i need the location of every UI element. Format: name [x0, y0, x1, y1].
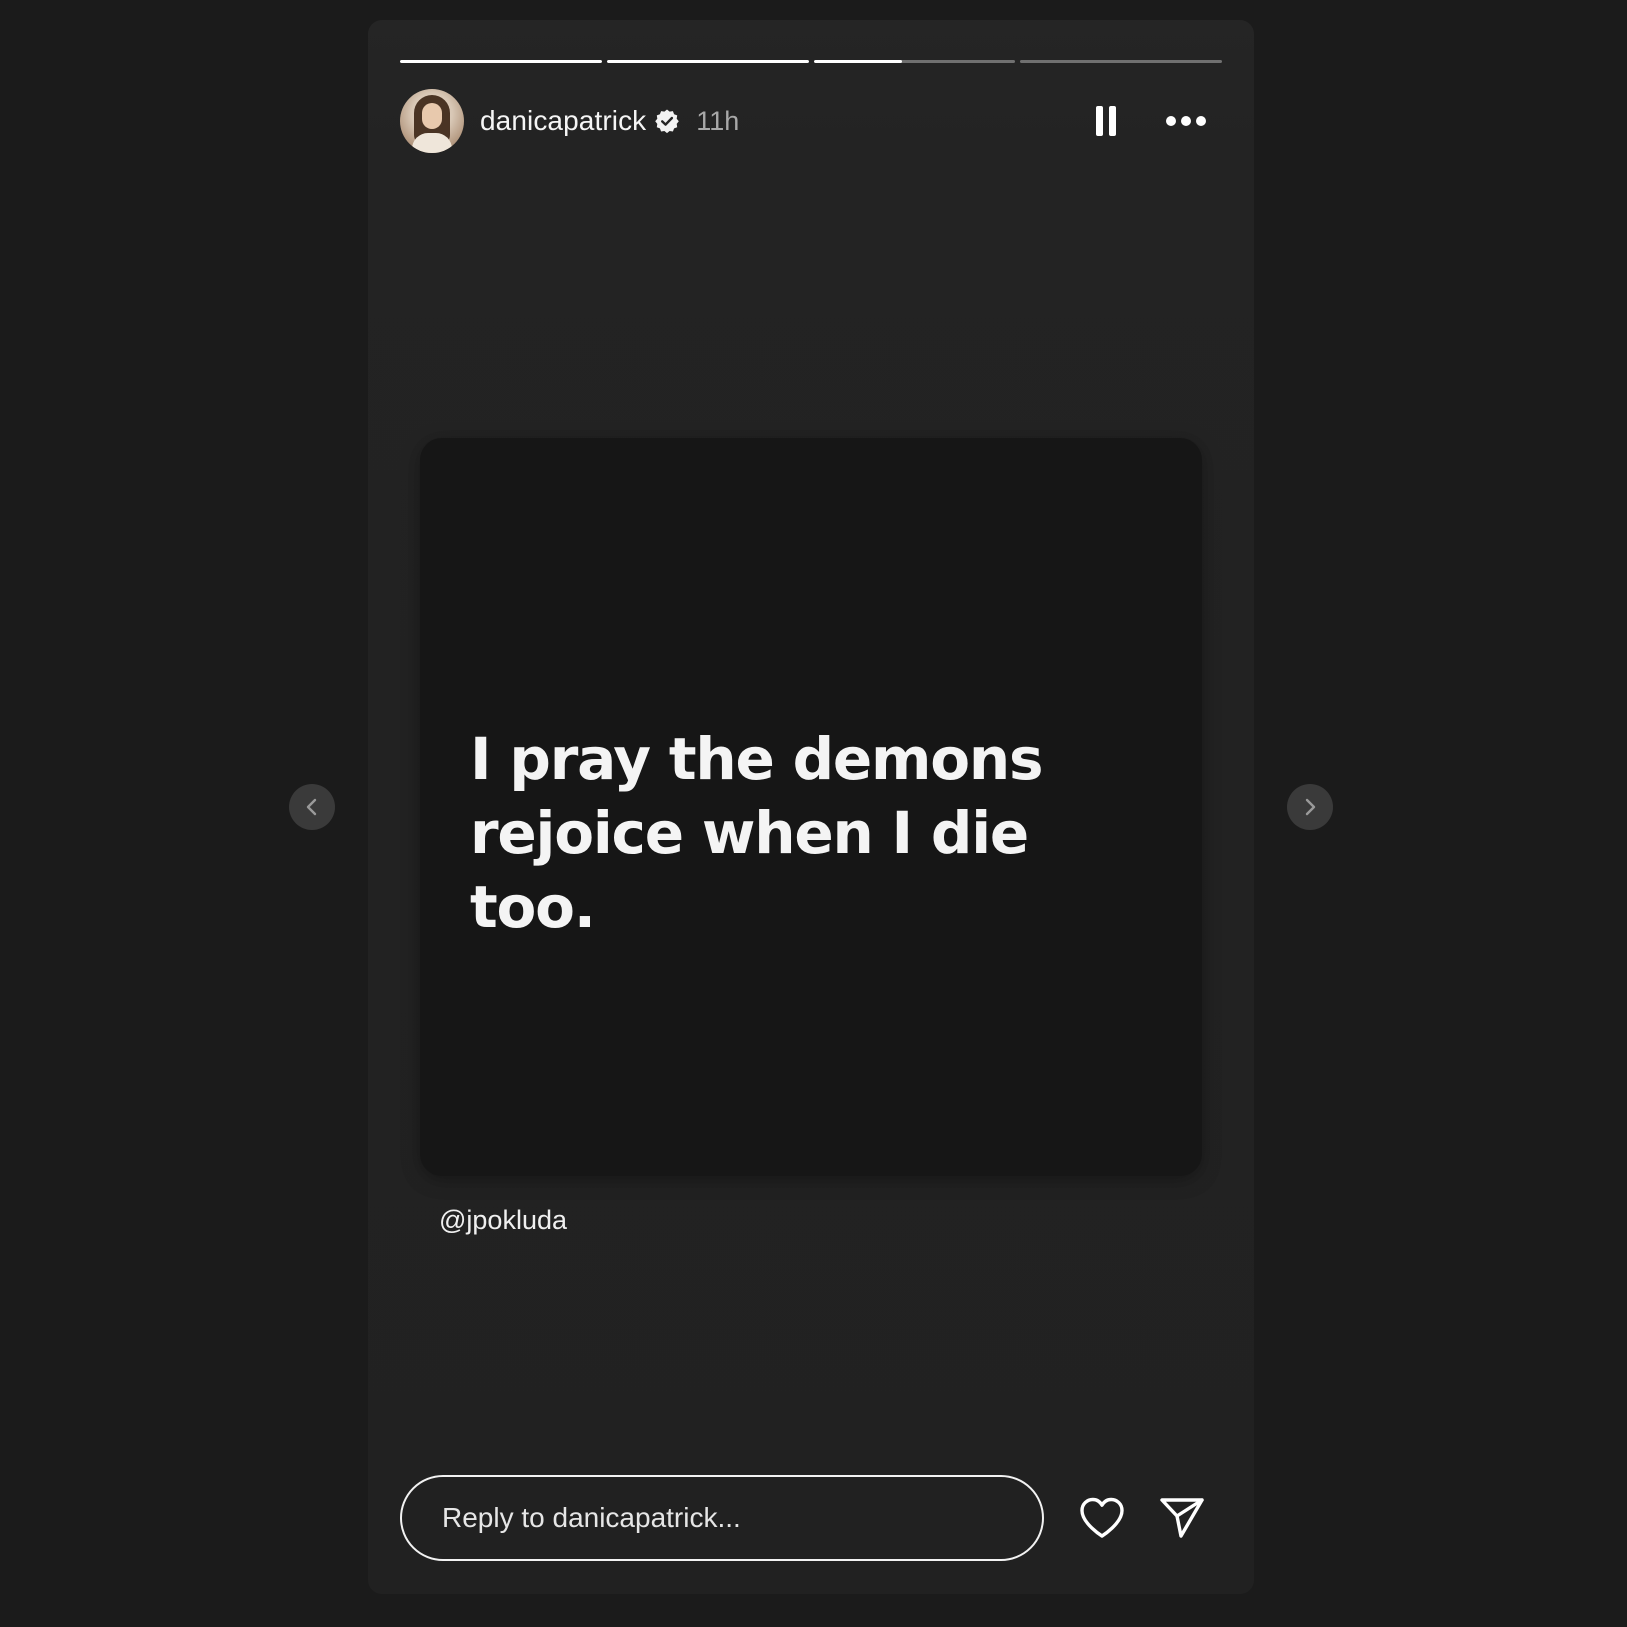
reply-input[interactable] — [400, 1475, 1044, 1561]
story-card[interactable]: danicapatrick 11h I pray the demons rejo… — [368, 20, 1254, 1594]
quote-text: I pray the demons rejoice when I die too… — [470, 725, 1044, 941]
share-button[interactable] — [1156, 1492, 1208, 1544]
pause-icon — [1093, 106, 1119, 136]
progress-segment — [606, 60, 809, 63]
like-button[interactable] — [1076, 1492, 1128, 1544]
progress-segment — [1020, 60, 1222, 63]
avatar[interactable] — [400, 89, 464, 153]
previous-story-button[interactable] — [289, 784, 335, 830]
heart-icon — [1080, 1497, 1124, 1538]
shared-post-card[interactable]: I pray the demons rejoice when I die too… — [420, 438, 1202, 1176]
more-options-button[interactable] — [1162, 101, 1210, 141]
progress-segment — [813, 60, 1016, 63]
story-progress-bar — [400, 60, 1222, 64]
story-viewer: danicapatrick 11h I pray the demons rejo… — [0, 0, 1627, 1627]
username-link[interactable]: danicapatrick — [480, 105, 646, 137]
more-options-icon — [1164, 116, 1209, 126]
story-header: danicapatrick 11h — [400, 88, 1222, 154]
chevron-left-icon — [306, 798, 317, 816]
next-story-button[interactable] — [1287, 784, 1333, 830]
progress-fill — [813, 60, 903, 63]
story-timestamp: 11h — [696, 105, 740, 136]
progress-fill — [606, 60, 809, 63]
pause-button[interactable] — [1086, 101, 1126, 141]
chevron-right-icon — [1305, 798, 1316, 816]
reply-bar — [400, 1474, 1222, 1562]
send-icon — [1160, 1498, 1204, 1538]
progress-fill — [400, 60, 602, 63]
progress-segment — [400, 60, 602, 63]
verified-badge-icon — [655, 109, 680, 134]
mention-link[interactable]: @jpokluda — [439, 1205, 567, 1236]
